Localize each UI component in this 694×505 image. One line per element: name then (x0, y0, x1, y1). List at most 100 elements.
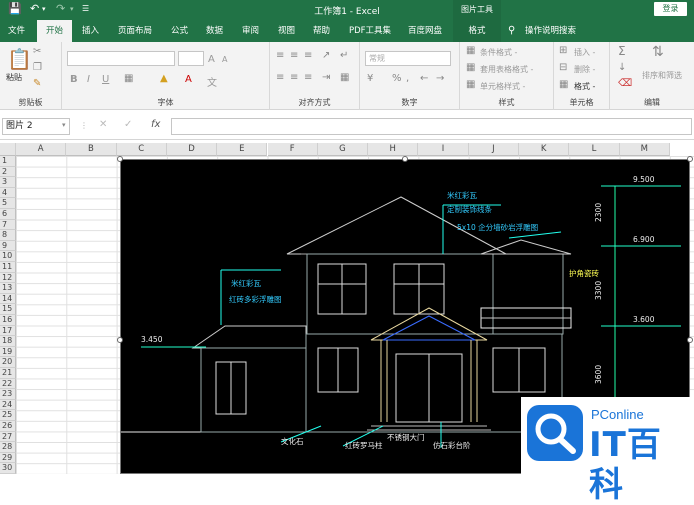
top-align-icon[interactable]: ≡ (276, 50, 284, 61)
border-icon[interactable]: ▦ (124, 73, 133, 84)
table-format-button[interactable]: 套用表格格式 - (480, 64, 533, 75)
row-header-5[interactable]: 5 (0, 198, 16, 209)
row-header-8[interactable]: 8 (0, 230, 16, 241)
tab-insert[interactable]: 插入 (82, 20, 99, 42)
paste-icon[interactable]: 📋 (7, 47, 32, 71)
merge-center-icon[interactable]: ▦ (340, 72, 349, 83)
cell-styles-icon[interactable]: ▦ (466, 79, 475, 90)
format-painter-icon[interactable]: ✎ (33, 78, 41, 89)
column-header-a[interactable]: A (16, 143, 67, 156)
tab-formulas[interactable]: 公式 (171, 20, 188, 42)
align-center-icon[interactable]: ≡ (290, 72, 298, 83)
row-header-15[interactable]: 15 (0, 304, 16, 315)
comma-icon[interactable]: , (406, 73, 409, 84)
sort-filter-icon[interactable]: ⇅ (652, 44, 664, 60)
row-header-11[interactable]: 11 (0, 262, 16, 273)
cancel-icon[interactable]: ✕ (99, 119, 107, 130)
table-format-icon[interactable]: ▦ (466, 62, 475, 73)
paste-label[interactable]: 粘贴 (6, 72, 22, 83)
autosum-icon[interactable]: Σ (618, 44, 626, 58)
tab-pdf-tools[interactable]: PDF工具集 (349, 20, 391, 42)
name-box-dropdown-icon[interactable]: ▾ (62, 121, 66, 129)
column-header-m[interactable]: M (619, 143, 670, 156)
format-cells-icon[interactable]: ▦ (559, 79, 568, 90)
cut-icon[interactable]: ✂ (33, 46, 41, 57)
align-left-icon[interactable]: ≡ (276, 72, 284, 83)
tell-me-search[interactable]: 操作说明搜索 (525, 20, 576, 42)
indent-icon[interactable]: ⇥ (322, 72, 330, 83)
resize-handle-tl[interactable] (117, 156, 123, 162)
row-header-22[interactable]: 22 (0, 378, 16, 390)
number-format-combo[interactable]: 常规 (365, 51, 451, 66)
resize-handle-tr[interactable] (687, 156, 693, 162)
orientation-icon[interactable]: ↗ (322, 50, 330, 61)
login-button[interactable]: 登录 (654, 2, 687, 16)
row-header-29[interactable]: 29 (0, 452, 16, 464)
decrease-font-button[interactable]: A (222, 55, 227, 64)
row-header-26[interactable]: 26 (0, 421, 16, 432)
row-header-23[interactable]: 23 (0, 389, 16, 400)
row-header-19[interactable]: 19 (0, 346, 16, 358)
fill-icon[interactable]: ↓ (618, 62, 626, 73)
currency-icon[interactable]: ¥ (367, 73, 373, 84)
column-header-h[interactable]: H (368, 143, 419, 156)
enter-icon[interactable]: ✓ (124, 119, 132, 130)
tab-format[interactable]: 格式 (453, 20, 501, 42)
row-header-12[interactable]: 12 (0, 272, 16, 284)
row-header-9[interactable]: 9 (0, 240, 16, 252)
underline-button[interactable]: U (102, 74, 109, 85)
format-cells-button[interactable]: 格式 - (574, 81, 595, 92)
tab-file[interactable]: 文件 (8, 20, 25, 42)
fill-color-icon[interactable]: ▲ (160, 73, 168, 84)
bold-button[interactable]: B (70, 74, 78, 85)
resize-handle-r[interactable] (687, 337, 693, 343)
sort-filter-button[interactable]: 排序和筛选 (642, 70, 682, 81)
column-header-k[interactable]: K (519, 143, 570, 156)
resize-handle-t[interactable] (402, 156, 408, 162)
column-header-g[interactable]: G (317, 143, 369, 156)
phonetic-button[interactable]: 文 (207, 74, 217, 89)
tab-home[interactable]: 开始 (37, 20, 73, 42)
row-header-21[interactable]: 21 (0, 368, 16, 379)
column-header-e[interactable]: E (217, 143, 268, 156)
wrap-text-icon[interactable]: ↵ (340, 50, 348, 61)
font-family-combo[interactable] (67, 51, 175, 66)
row-header-3[interactable]: 3 (0, 177, 16, 188)
row-header-20[interactable]: 20 (0, 357, 16, 368)
row-header-1[interactable]: 1 (0, 156, 16, 167)
column-header-l[interactable]: L (569, 143, 620, 156)
row-header-6[interactable]: 6 (0, 209, 16, 220)
bottom-align-icon[interactable]: ≡ (304, 50, 312, 61)
row-header-27[interactable]: 27 (0, 431, 16, 443)
column-header-f[interactable]: F (267, 143, 318, 156)
italic-button[interactable]: I (87, 74, 90, 85)
copy-icon[interactable]: ❐ (33, 62, 42, 73)
insert-cells-button[interactable]: 插入 - (574, 47, 595, 58)
decrease-decimal-icon[interactable]: → (436, 73, 444, 84)
row-header-2[interactable]: 2 (0, 166, 16, 178)
increase-font-button[interactable]: A (208, 54, 215, 65)
row-header-30[interactable]: 30 (0, 463, 16, 474)
column-header-i[interactable]: I (418, 143, 469, 156)
column-header-c[interactable]: C (116, 143, 167, 156)
tab-data[interactable]: 数据 (206, 20, 223, 42)
conditional-format-icon[interactable]: ▦ (466, 45, 475, 56)
row-header-7[interactable]: 7 (0, 219, 16, 231)
row-header-13[interactable]: 13 (0, 283, 16, 294)
tab-page-layout[interactable]: 页面布局 (118, 20, 152, 42)
row-header-24[interactable]: 24 (0, 399, 16, 411)
insert-cells-icon[interactable]: ⊞ (559, 45, 567, 56)
row-header-28[interactable]: 28 (0, 442, 16, 453)
row-header-16[interactable]: 16 (0, 315, 16, 326)
tab-help[interactable]: 帮助 (313, 20, 330, 42)
font-size-combo[interactable] (178, 51, 204, 66)
row-header-17[interactable]: 17 (0, 325, 16, 337)
delete-cells-button[interactable]: 删除 - (574, 64, 595, 75)
delete-cells-icon[interactable]: ⊟ (559, 62, 567, 73)
row-header-18[interactable]: 18 (0, 336, 16, 347)
column-header-b[interactable]: B (66, 143, 117, 156)
select-all-corner[interactable] (0, 143, 16, 156)
name-box[interactable]: 图片 2 (2, 118, 70, 135)
formula-input[interactable] (171, 118, 692, 135)
tab-view[interactable]: 视图 (278, 20, 295, 42)
